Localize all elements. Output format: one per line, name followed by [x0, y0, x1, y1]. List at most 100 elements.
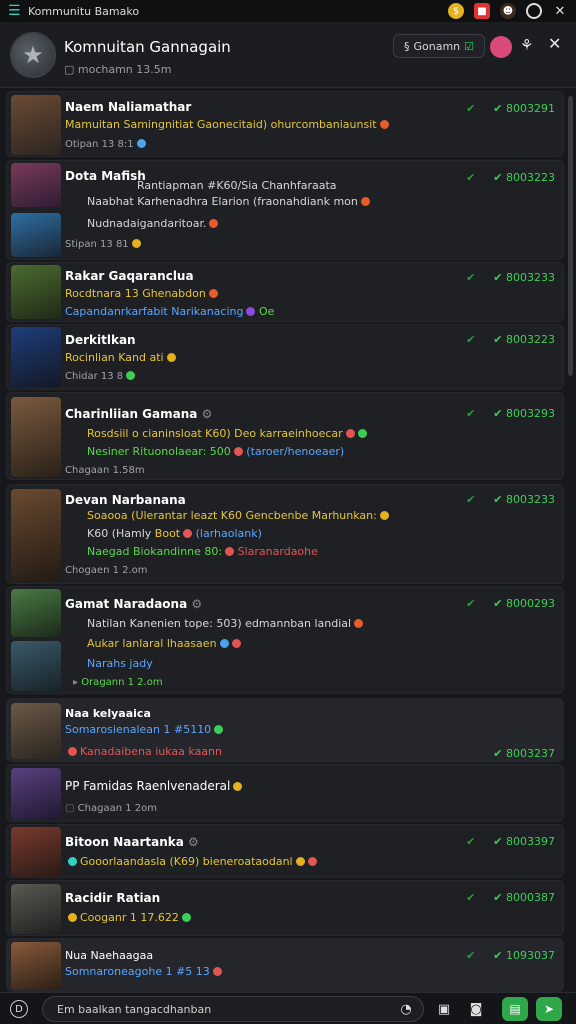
item-line: Rosdsiil o cianinsloat K60) Deo karraein… [87, 427, 367, 440]
item-category: Rantiapman #K60/Sia Chanhfaraata [137, 179, 337, 192]
fire-icon [209, 219, 219, 228]
item-line: Rocdtnara 13 Ghenabdon [65, 287, 218, 300]
list-item[interactable]: Rakar Gaqaranclua Rocdtnara 13 Ghenabdon… [6, 262, 564, 322]
alert-icon [231, 639, 241, 648]
coin-icon [166, 353, 176, 362]
fire-icon [379, 120, 389, 129]
menu-icon[interactable]: ☰ [8, 3, 28, 19]
item-meta: Chogaen 1 2.om [65, 565, 148, 576]
list-item[interactable]: Racidir Ratian Cooganr 1 17.622 ✔ ✔ 80003… [6, 880, 564, 936]
list-item[interactable]: Naem Naliamathar Mamuitan Samingnitiat G… [6, 91, 564, 157]
image-icon[interactable]: ▣ [434, 999, 454, 1019]
settings-icon: ⚙ [191, 597, 203, 611]
check-icon: ☑ [464, 39, 475, 53]
settings-icon: ⚙ [201, 407, 213, 421]
item-meta: Chagaan 1.58m [65, 465, 145, 476]
item-line: Somnaroneagohe 1 #5 13 [65, 965, 222, 978]
item-name: Rakar Gaqaranclua [65, 269, 194, 283]
game-button[interactable]: § Gonamn ☑ [393, 34, 485, 58]
chat-icon[interactable]: ◔ [396, 999, 416, 1019]
coin-icon[interactable]: $ [448, 3, 464, 19]
shield-icon [68, 857, 77, 866]
item-name: Derkitlkan [65, 333, 136, 347]
fire-icon [354, 619, 364, 628]
fire-icon [360, 197, 370, 206]
item-name: Naem Naliamathar [65, 100, 192, 114]
item-name: Charinliian Gamana ⚙ [65, 407, 213, 421]
smile-icon [233, 782, 243, 791]
settings-icon: ⚙ [188, 835, 199, 849]
avatar [11, 163, 61, 207]
status-badge: ✔ ✔ 8003293 [466, 407, 555, 420]
share-icon[interactable]: ⚘ [520, 36, 533, 54]
status-badge: ✔ ✔ 8003291 [466, 102, 555, 115]
list-item[interactable]: Nua Naehaagaa Somnaroneagohe 1 #5 13 ✔ ✔ … [6, 938, 564, 992]
gif-button[interactable]: ▤ [502, 997, 528, 1021]
alert-icon [233, 447, 243, 456]
send-button[interactable]: ➤ [536, 997, 562, 1021]
coin-icon [68, 913, 77, 922]
close-icon[interactable]: ✕ [548, 34, 561, 53]
item-line: Rocinlian Kand ati [65, 351, 176, 364]
item-name: Bitoon Naartanka ⚙ [65, 835, 199, 849]
item-name: Dota Mafish [65, 169, 146, 183]
status-badge: ✔ 8003237 [493, 747, 555, 760]
community-subtitle: ▢ mochamn 13.5m [64, 63, 172, 76]
gift-icon[interactable]: ■ [474, 3, 490, 19]
close-icon[interactable]: ✕ [552, 3, 568, 19]
shield-icon [136, 139, 146, 148]
calendar-icon: ▢ [64, 63, 78, 76]
item-meta: ▸ Oragann 1 2.om [73, 677, 163, 688]
status-badge: ✔ ✔ 1093037 [466, 949, 555, 962]
list-item[interactable]: Dota Mafish Rantiapman #K60/Sia Chanhfar… [6, 160, 564, 260]
avatar [11, 827, 61, 877]
profile-icon[interactable]: ☻ [500, 3, 516, 19]
list-item[interactable]: Naa kelyaaica Somarosienalean 1 #5110 Ka… [6, 698, 564, 762]
status-badge: ✔ ✔ 8000387 [466, 891, 555, 904]
avatar [11, 703, 61, 759]
message-list[interactable]: Naem Naliamathar Mamuitan Samingnitiat G… [0, 88, 576, 992]
gem-icon [246, 307, 256, 316]
list-item[interactable]: Devan Narbanana Soaooa (Ulerantar leazt … [6, 484, 564, 584]
list-item[interactable]: Charinliian Gamana ⚙ Rosdsiil o cianinsl… [6, 392, 564, 480]
item-meta: Chidar 13 8 [65, 371, 136, 382]
status-badge: ✔ ✔ 8003397 [466, 835, 555, 848]
avatar [11, 589, 61, 637]
discord-icon[interactable]: D [10, 1000, 28, 1018]
item-line: Mamuitan Samingnitiat Gaonecitaid) ohurc… [65, 118, 389, 131]
fire-icon [208, 289, 218, 298]
item-name: Devan Narbanana [65, 493, 186, 507]
item-meta: Stipan 13 81 [65, 239, 141, 250]
shield-icon [219, 639, 229, 648]
community-logo: ★ [10, 32, 56, 78]
list-item[interactable]: Gamat Naradaona ⚙ Natilan Kanenien tope:… [6, 586, 564, 694]
item-line: Kanadaibena iukaa kaann [65, 745, 222, 758]
item-line: Nesiner Rituonolaear: 500 (taroer/henoea… [87, 445, 345, 458]
shield-icon [126, 371, 136, 380]
avatar [11, 327, 61, 387]
coin-icon [131, 239, 141, 248]
item-name: PP Famidas Raenlvenaderal [65, 779, 243, 793]
sticker-icon[interactable]: ◙ [466, 999, 486, 1019]
alert-icon [307, 857, 317, 866]
item-meta: ▢ Chagaan 1 2om [65, 803, 157, 814]
status-badge: ✔ ✔ 8003233 [466, 271, 555, 284]
avatar [11, 265, 61, 319]
alert-icon [345, 429, 355, 438]
user-avatar[interactable] [490, 36, 512, 58]
message-input[interactable]: Em baalkan tangacdhanban [42, 996, 424, 1022]
list-item[interactable]: Derkitlkan Rocinlian Kand ati Chidar 13 … [6, 324, 564, 390]
system-titlebar: ☰ Kommunitu Bamako $ ■ ☻ ✕ [0, 0, 576, 22]
status-badge: ✔ ✔ 8003223 [466, 171, 555, 184]
smile-icon [295, 857, 305, 866]
avatar [11, 95, 61, 155]
record-icon[interactable] [526, 3, 542, 19]
window-title: Kommunitu Bamako [28, 4, 140, 18]
list-item[interactable]: PP Famidas Raenlvenaderal ▢ Chagaan 1 2o… [6, 764, 564, 822]
item-name: Naa kelyaaica [65, 707, 151, 720]
scrollbar[interactable] [568, 96, 573, 376]
item-line: Capandanrkarfabit Narikanacing Oe [65, 305, 275, 318]
list-item[interactable]: Bitoon Naartanka ⚙ Gooorlaandasla (K69) … [6, 824, 564, 878]
status-badge: ✔ ✔ 8000293 [466, 597, 555, 610]
avatar [11, 489, 61, 581]
